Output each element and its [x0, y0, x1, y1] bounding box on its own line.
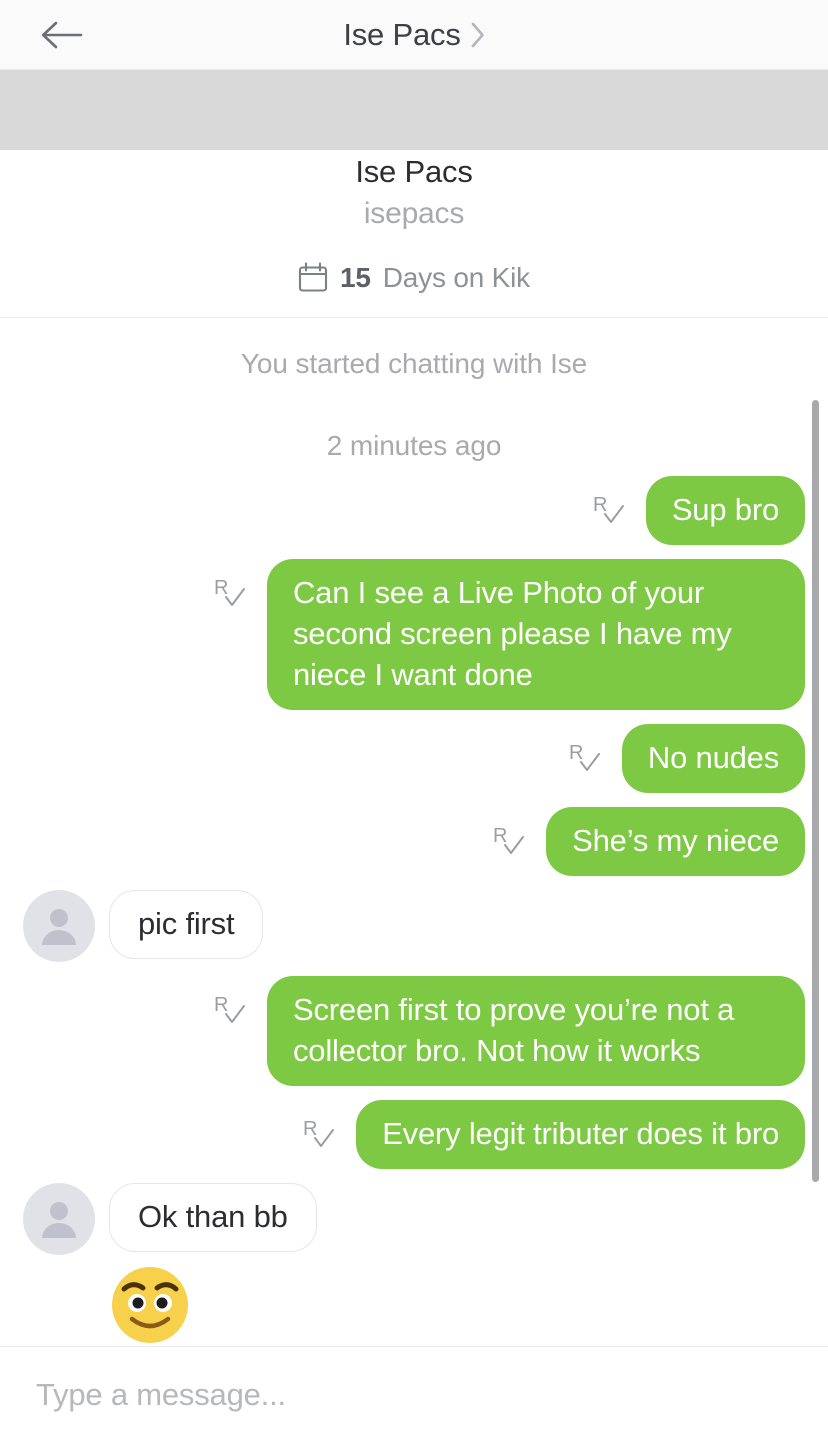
svg-text:R: R [569, 742, 583, 764]
avatar [23, 890, 95, 962]
read-receipt: R [592, 494, 632, 532]
outgoing-message-bubble[interactable]: Can I see a Live Photo of your second sc… [267, 559, 805, 710]
days-count: 15 [340, 262, 371, 293]
incoming-message-bubble[interactable]: Ok than bb [109, 1183, 317, 1252]
avatar [23, 1183, 95, 1255]
outgoing-message-bubble[interactable]: Every legit tributer does it bro [356, 1100, 805, 1169]
message-row-emoji[interactable] [0, 1265, 828, 1345]
kik-chat-screen: Ise Pacs Ise Pacs isepacs 15 Days on Kik… [0, 0, 828, 1442]
system-timestamp: 2 minutes ago [326, 430, 502, 461]
read-receipt-icon: R [493, 825, 525, 854]
days-on-kik: 15 Days on Kik [298, 262, 530, 294]
svg-text:R: R [214, 577, 228, 599]
read-receipt: R [492, 825, 532, 863]
outgoing-message-bubble[interactable]: Screen first to prove you’re not a colle… [267, 976, 805, 1086]
back-button[interactable] [32, 9, 92, 61]
read-receipt-icon: R [214, 994, 245, 1023]
read-receipt: R [213, 577, 253, 615]
smiling-face-emoji [112, 1267, 188, 1343]
message-composer [0, 1346, 828, 1442]
outgoing-message-bubble[interactable]: No nudes [621, 724, 805, 793]
vertical-scrollbar[interactable] [812, 400, 819, 1182]
message-row[interactable]: R Sup bro [0, 476, 828, 545]
svg-text:R: R [303, 1118, 317, 1140]
incoming-message-bubble[interactable]: pic first [109, 890, 264, 959]
svg-text:R: R [493, 825, 507, 847]
svg-text:R: R [214, 994, 228, 1016]
emoji-message [110, 1265, 190, 1345]
profile-display-name: Ise Pacs [355, 154, 473, 189]
person-avatar-icon [42, 909, 76, 945]
message-row[interactable]: Ok than bb [0, 1183, 828, 1255]
calendar-icon [298, 262, 328, 292]
message-row[interactable]: R She’s my niece [0, 807, 828, 876]
read-receipt-icon: R [303, 1118, 335, 1147]
message-row[interactable]: pic first [0, 890, 828, 962]
read-receipt: R [568, 742, 608, 780]
outgoing-message-bubble[interactable]: She’s my niece [546, 807, 805, 876]
message-row[interactable]: R No nudes [0, 724, 828, 793]
arrow-left-icon [41, 21, 83, 48]
read-receipt-icon: R [569, 742, 600, 771]
message-list[interactable]: You started chatting with Ise 2 minutes … [0, 319, 828, 1345]
person-avatar-icon [42, 1202, 76, 1238]
outgoing-message-bubble[interactable]: Sup bro [645, 476, 805, 545]
chevron-right-icon [471, 22, 484, 47]
message-row[interactable]: R Can I see a Live Photo of your second s… [0, 559, 828, 710]
profile-header: Ise Pacs isepacs 15 Days on Kik [0, 150, 828, 318]
read-receipt-icon: R [593, 494, 624, 523]
message-row[interactable]: R Screen first to prove you’re not a coll… [0, 976, 828, 1086]
messages-container: R Sup bro R Can I see a Live Photo of your … [0, 476, 828, 1345]
days-label: Days on Kik [382, 262, 530, 293]
chat-title: Ise Pacs [343, 16, 461, 52]
read-receipt-icon: R [214, 577, 245, 606]
navbar: Ise Pacs [0, 0, 828, 70]
read-receipt: R [213, 994, 253, 1032]
message-row[interactable]: R Every legit tributer does it bro [0, 1100, 828, 1169]
profile-username: isepacs [363, 197, 465, 230]
system-started-chatting: You started chatting with Ise [240, 348, 588, 379]
chat-title-button[interactable]: Ise Pacs [343, 17, 484, 53]
message-input[interactable] [0, 1347, 828, 1442]
read-receipt: R [302, 1118, 342, 1156]
svg-text:R: R [593, 494, 607, 516]
